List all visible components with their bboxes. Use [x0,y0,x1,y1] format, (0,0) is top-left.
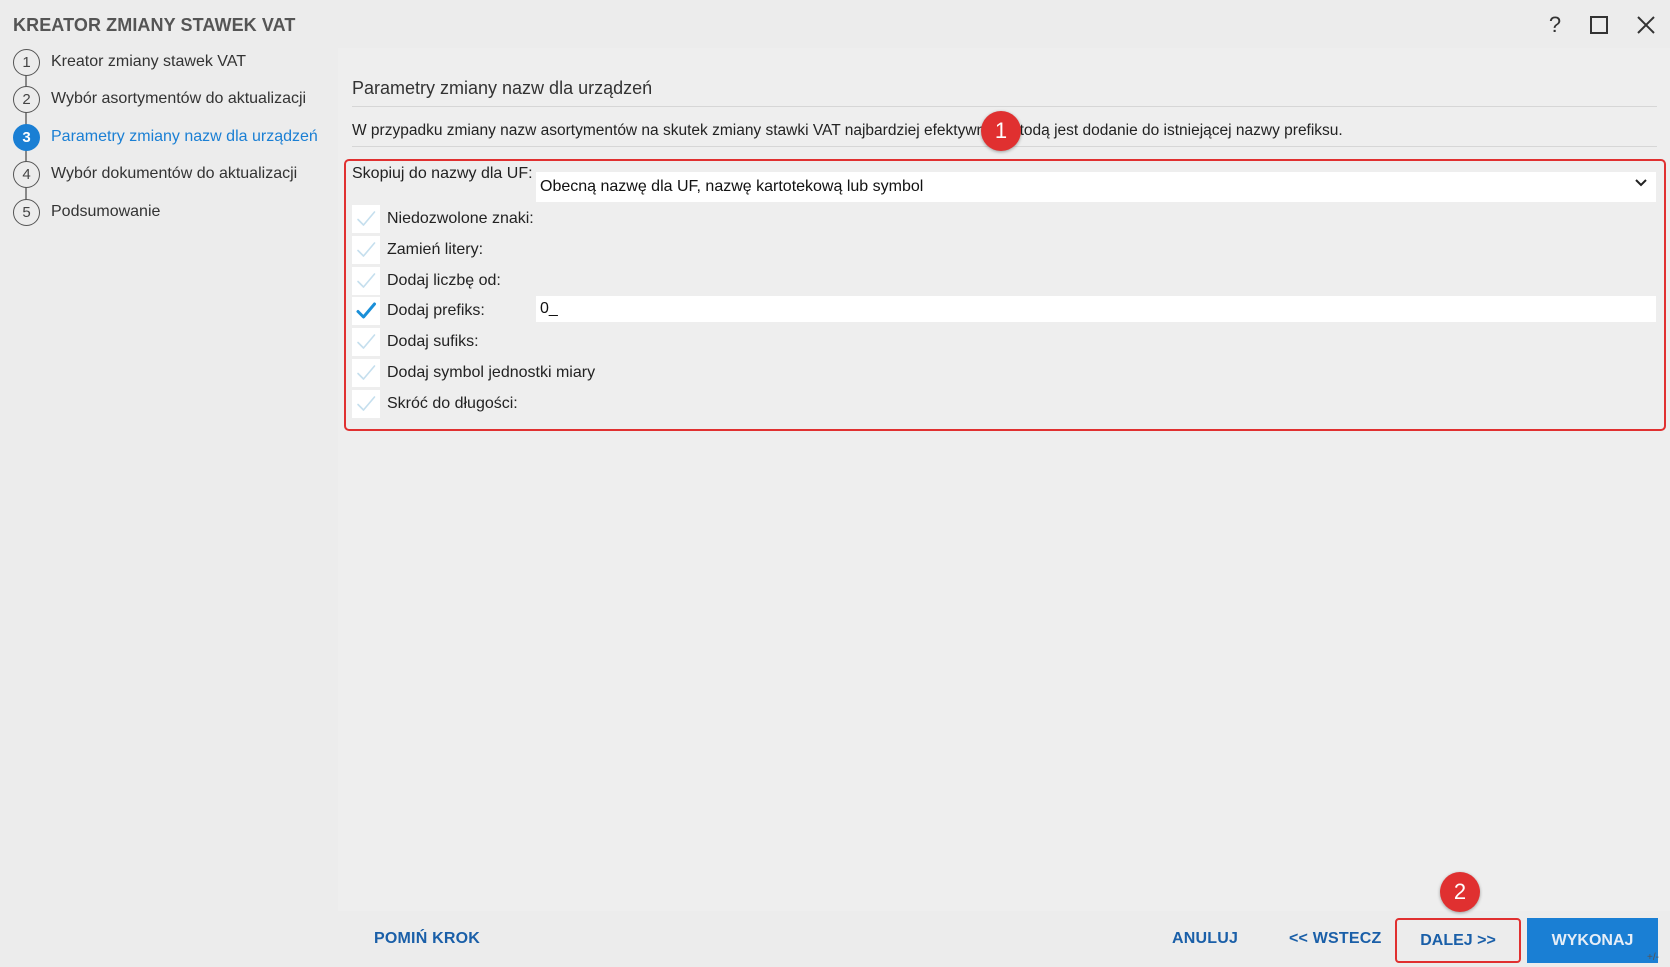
step-label: Wybór asortymentów do aktualizacji [51,90,307,107]
step-2[interactable]: 2 Wybór asortymentów do aktualizacji [13,85,306,113]
option-checkbox[interactable] [352,359,380,387]
copy-to-label: Skopiuj do nazwy dla UF: [352,165,533,182]
footer-bar: POMIŃ KROK ANULUJ << WSTECZ DALEJ >> WYK… [338,911,1670,967]
step-number: 2 [13,85,40,113]
option-label: Dodaj prefiks: [387,302,485,319]
step-3[interactable]: 3 Parametry zmiany nazw dla urządzeń [13,123,318,151]
copy-to-select[interactable]: Obecną nazwę dla UF, nazwę kartotekową l… [536,172,1656,202]
checkmark-icon [357,242,376,257]
option-checkbox[interactable] [352,236,380,264]
step-label: Parametry zmiany nazw dla urządzeń [51,128,318,145]
annotation-badge-1: 1 [981,111,1021,151]
skip-step-button[interactable]: POMIŃ KROK [374,911,480,967]
step-number: 1 [13,48,40,76]
divider [352,106,1657,107]
cancel-button[interactable]: ANULUJ [1172,911,1238,967]
step-number: 4 [13,160,40,188]
next-button[interactable]: DALEJ >> [1395,918,1521,963]
step-number: 3 [13,123,40,151]
step-5[interactable]: 5 Podsumowanie [13,198,160,226]
section-title: Parametry zmiany nazw dla urządzeń [352,78,653,98]
option-checkbox[interactable] [352,267,380,295]
step-label: Kreator zmiany stawek VAT [51,53,247,70]
option-label: Zamień litery: [387,241,484,258]
checkmark-icon [356,302,376,319]
option-label: Skróć do długości: [387,395,518,412]
annotation-badge-2: 2 [1440,872,1480,912]
step-1[interactable]: 1 Kreator zmiany stawek VAT [13,48,246,76]
checkmark-icon [357,334,376,349]
description-text: W przypadku zmiany nazw asortymentów na … [352,122,1343,139]
option-checkbox[interactable] [352,205,380,233]
step-label: Wybór dokumentów do aktualizacji [51,165,298,182]
step-label: Podsumowanie [51,203,161,220]
option-label: Niedozwolone znaki: [387,210,534,227]
execute-button[interactable]: WYKONAJ [1527,918,1658,963]
option-label: Dodaj sufiks: [387,333,479,350]
back-button[interactable]: << WSTECZ [1289,911,1381,967]
option-checkbox[interactable] [352,297,380,325]
chevron-down-icon[interactable] [1634,176,1648,195]
step-number: 5 [13,198,40,226]
prefix-input[interactable]: 0_ [536,296,1656,322]
close-icon[interactable] [1630,9,1662,41]
option-checkbox[interactable] [352,328,380,356]
checkmark-icon [357,273,376,288]
copy-to-value: Obecną nazwę dla UF, nazwę kartotekową l… [540,178,924,195]
maximize-icon[interactable] [1583,9,1615,41]
option-label: Dodaj liczbę od: [387,272,501,289]
option-checkbox[interactable] [352,390,380,418]
steps-sidebar: 1 Kreator zmiany stawek VAT 2 Wybór asor… [0,48,338,967]
option-label: Dodaj symbol jednostki miary [387,364,596,381]
checkmark-icon [357,396,376,411]
checkmark-icon [357,365,376,380]
title-bar: KREATOR ZMIANY STAWEK VAT ? [0,0,1670,48]
main-content: Parametry zmiany nazw dla urządzeń W prz… [338,48,1670,911]
step-4[interactable]: 4 Wybór dokumentów do aktualizacji [13,160,297,188]
checkmark-icon [357,211,376,226]
resize-corner-marker: +/- [1647,952,1659,963]
help-icon[interactable]: ? [1539,9,1571,41]
window-title: KREATOR ZMIANY STAWEK VAT [13,15,296,35]
